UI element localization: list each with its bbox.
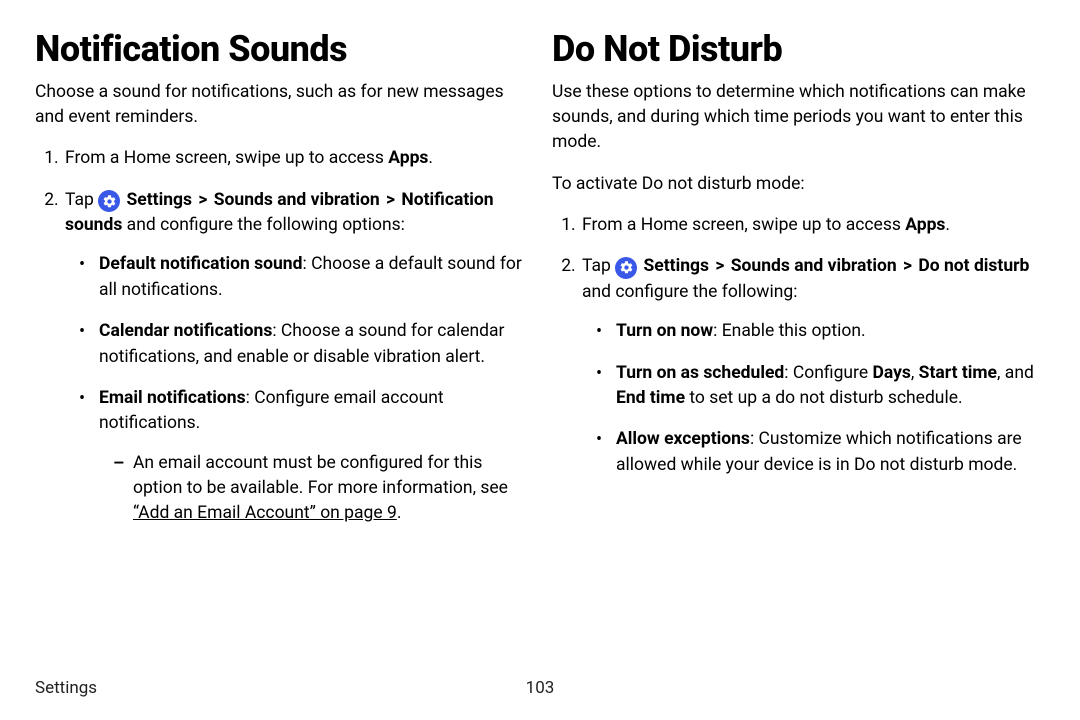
option-label: Allow exceptions	[616, 429, 750, 449]
page-footer: Settings 103	[35, 678, 1045, 698]
step-2: Tap Settings > Sounds and vibration > No…	[63, 188, 528, 527]
step-text: and configure the following:	[582, 282, 797, 302]
sub-list: An email account must be configured for …	[99, 451, 528, 527]
options-list: Default notification sound: Choose a def…	[65, 252, 528, 526]
page-number: 103	[526, 678, 555, 698]
heading-notification-sounds: Notification Sounds	[35, 30, 528, 70]
list-item: Email notifications: Configure email acc…	[85, 386, 528, 527]
list-item: Calendar notifications: Choose a sound f…	[85, 319, 528, 370]
chevron-right-icon: >	[715, 256, 724, 276]
days-label: Days	[872, 363, 910, 383]
list-item: Allow exceptions: Customize which notifi…	[602, 427, 1045, 478]
chevron-right-icon: >	[198, 190, 207, 210]
apps-label: Apps	[388, 148, 428, 168]
sub-text: An email account must be configured for …	[133, 453, 508, 498]
option-text: ,	[911, 363, 919, 383]
settings-icon	[615, 257, 637, 279]
steps-list: From a Home screen, swipe up to access A…	[552, 213, 1045, 478]
step-1: From a Home screen, swipe up to access A…	[63, 146, 528, 171]
option-label: Default notification sound	[99, 254, 302, 274]
option-text: , and	[997, 363, 1034, 383]
activate-text: To activate Do not disturb mode:	[552, 172, 1045, 197]
sounds-vibration-label: Sounds and vibration	[731, 256, 897, 276]
left-column: Notification Sounds Choose a sound for n…	[35, 30, 528, 543]
option-text: : Enable this option.	[713, 321, 865, 341]
end-time-label: End time	[616, 388, 685, 408]
sub-text: .	[397, 503, 402, 523]
option-text: : Configure	[784, 363, 872, 383]
do-not-disturb-label: Do not disturb	[918, 256, 1029, 276]
heading-do-not-disturb: Do Not Disturb	[552, 30, 1045, 70]
footer-section: Settings	[35, 678, 97, 698]
settings-label: Settings	[644, 256, 710, 276]
settings-label: Settings	[127, 190, 193, 210]
step-text: .	[945, 215, 950, 235]
step-text: Tap	[582, 256, 615, 276]
page-content: Notification Sounds Choose a sound for n…	[35, 30, 1045, 543]
step-2: Tap Settings > Sounds and vibration > Do…	[580, 254, 1045, 478]
intro-text: Use these options to determine which not…	[552, 80, 1045, 156]
chevron-right-icon: >	[903, 256, 912, 276]
sounds-vibration-label: Sounds and vibration	[214, 190, 380, 210]
steps-list: From a Home screen, swipe up to access A…	[35, 146, 528, 527]
step-text: and configure the following options:	[122, 215, 405, 235]
option-label: Turn on now	[616, 321, 713, 341]
step-text: From a Home screen, swipe up to access	[65, 148, 388, 168]
list-item: Turn on now: Enable this option.	[602, 319, 1045, 344]
option-label: Calendar notifications	[99, 321, 272, 341]
chevron-right-icon: >	[386, 190, 395, 210]
option-label: Turn on as scheduled	[616, 363, 784, 383]
cross-reference-link[interactable]: “Add an Email Account” on page 9	[133, 503, 397, 523]
step-1: From a Home screen, swipe up to access A…	[580, 213, 1045, 238]
apps-label: Apps	[905, 215, 945, 235]
step-text: From a Home screen, swipe up to access	[582, 215, 905, 235]
option-text: to set up a do not disturb schedule.	[685, 388, 963, 408]
list-item: Turn on as scheduled: Configure Days, St…	[602, 361, 1045, 412]
options-list: Turn on now: Enable this option. Turn on…	[582, 319, 1045, 478]
list-item: An email account must be configured for …	[119, 451, 528, 527]
settings-icon	[98, 190, 120, 212]
option-label: Email notifications	[99, 388, 246, 408]
step-text: Tap	[65, 190, 98, 210]
step-text: .	[428, 148, 433, 168]
intro-text: Choose a sound for notifications, such a…	[35, 80, 528, 131]
right-column: Do Not Disturb Use these options to dete…	[552, 30, 1045, 543]
list-item: Default notification sound: Choose a def…	[85, 252, 528, 303]
start-time-label: Start time	[919, 363, 997, 383]
